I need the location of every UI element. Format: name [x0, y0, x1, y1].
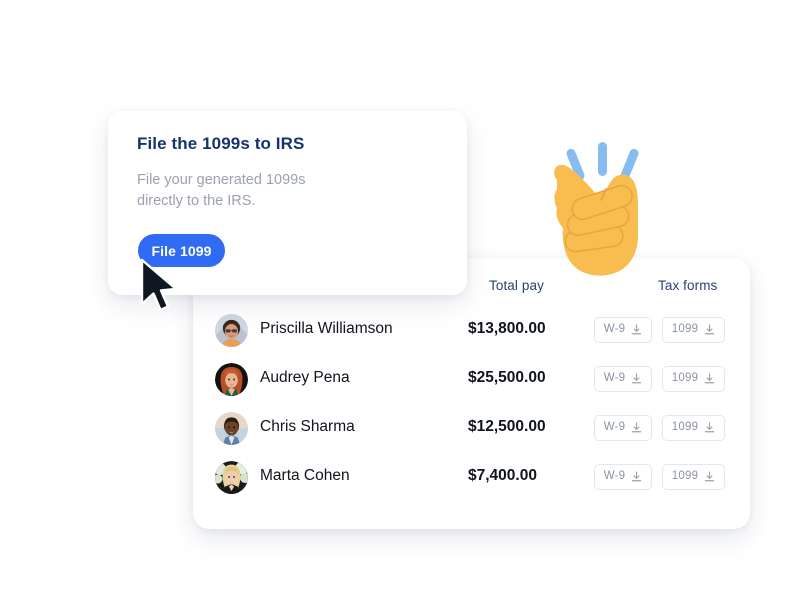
download-icon [632, 471, 642, 482]
download-1099-button[interactable]: 1099 [662, 366, 725, 392]
column-header-total-pay: Total pay [489, 278, 544, 293]
column-header-tax-forms: Tax forms [658, 278, 718, 293]
snapping-fingers-emoji [545, 132, 665, 278]
person-name: Marta Cohen [260, 467, 350, 484]
avatar [215, 363, 248, 396]
person-name: Audrey Pena [260, 369, 350, 386]
total-pay-value: $25,500.00 [468, 369, 546, 386]
file-1099-button[interactable]: File 1099 [138, 234, 225, 267]
total-pay-value: $7,400.00 [468, 467, 537, 484]
table-row[interactable]: Priscilla Williamson $13,800.00 W-9 1099 [193, 306, 750, 355]
w9-label: W-9 [603, 421, 626, 434]
form-1099-label: 1099 [671, 421, 699, 434]
avatar [215, 412, 248, 445]
download-1099-button[interactable]: 1099 [662, 317, 725, 343]
person-name: Priscilla Williamson [260, 320, 393, 337]
table-row[interactable]: Marta Cohen $7,400.00 W-9 1099 [193, 453, 750, 502]
avatar [215, 314, 248, 347]
w9-label: W-9 [603, 470, 626, 483]
download-icon [632, 422, 642, 433]
download-icon [704, 471, 715, 482]
download-icon [704, 324, 715, 335]
download-icon [632, 373, 642, 384]
download-icon [704, 422, 715, 433]
download-icon [632, 324, 642, 335]
screenshot-canvas: Total pay Tax forms Priscilla Williamson… [0, 0, 800, 613]
w9-label: W-9 [603, 323, 626, 336]
table-row[interactable]: Chris Sharma $12,500.00 W-9 1099 [193, 404, 750, 453]
download-w9-button[interactable]: W-9 [594, 317, 652, 343]
promo-title: File the 1099s to IRS [137, 134, 305, 153]
table-row[interactable]: Audrey Pena $25,500.00 W-9 1099 [193, 355, 750, 404]
total-pay-value: $13,800.00 [468, 320, 546, 337]
download-icon [704, 373, 715, 384]
total-pay-value: $12,500.00 [468, 418, 546, 435]
form-1099-label: 1099 [671, 372, 699, 385]
payroll-table-card: Total pay Tax forms Priscilla Williamson… [193, 258, 750, 529]
w9-label: W-9 [603, 372, 626, 385]
avatar [215, 461, 248, 494]
file-1099-promo-card: File the 1099s to IRS File your generate… [108, 111, 467, 295]
motion-lines-icon [566, 142, 639, 181]
download-w9-button[interactable]: W-9 [594, 415, 652, 441]
person-name: Chris Sharma [260, 418, 355, 435]
download-1099-button[interactable]: 1099 [662, 415, 725, 441]
form-1099-label: 1099 [671, 470, 699, 483]
download-1099-button[interactable]: 1099 [662, 464, 725, 490]
download-w9-button[interactable]: W-9 [594, 464, 652, 490]
promo-description: File your generated 1099s directly to th… [137, 172, 306, 209]
form-1099-label: 1099 [671, 323, 699, 336]
download-w9-button[interactable]: W-9 [594, 366, 652, 392]
